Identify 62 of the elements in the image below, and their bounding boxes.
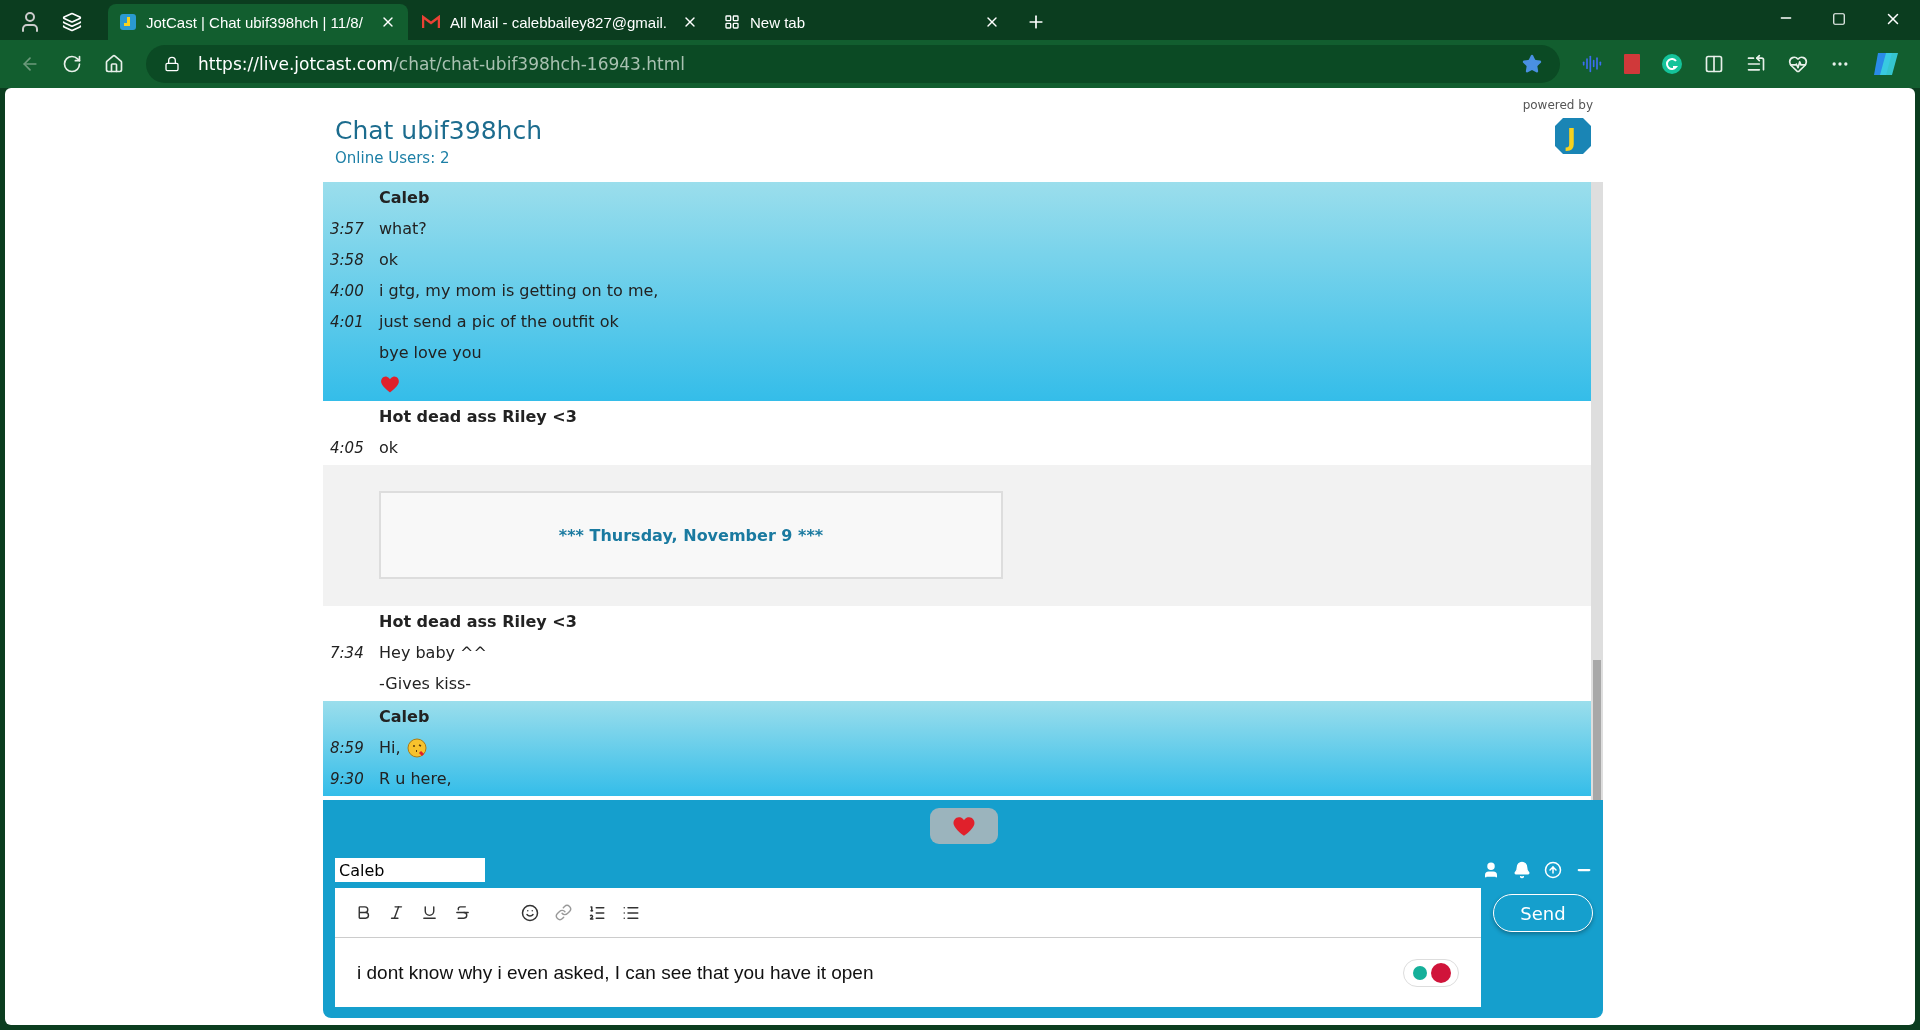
favorite-star-icon[interactable] (1522, 54, 1542, 74)
underline-icon[interactable] (421, 904, 438, 921)
numbered-list-icon[interactable] (588, 903, 606, 922)
browser-tab[interactable]: All Mail - calebbailey827@gmail. (410, 4, 710, 40)
tab-actions-icon[interactable] (62, 12, 82, 32)
home-icon[interactable] (104, 54, 124, 74)
mail-m-icon (422, 15, 440, 29)
message-time: 3:58 (329, 250, 365, 269)
link-icon[interactable] (555, 904, 572, 921)
message-text: bye love you (379, 343, 482, 362)
scrollbar[interactable] (1591, 182, 1603, 800)
name-field[interactable]: Caleb (335, 858, 485, 882)
chat-title: Chat ubif398hch (335, 116, 542, 145)
message-time: 4:01 (329, 312, 365, 331)
strikethrough-icon[interactable] (454, 904, 471, 921)
italic-icon[interactable] (388, 904, 405, 921)
lock-icon (164, 56, 180, 72)
split-screen-icon[interactable] (1704, 54, 1724, 74)
author-name: Caleb (379, 707, 430, 726)
message-time: 4:00 (329, 281, 365, 300)
online-users: Online Users: 2 (335, 149, 451, 167)
logo-letter: J (1567, 124, 1576, 152)
reload-icon[interactable] (62, 54, 82, 74)
assistant-icon (1410, 961, 1452, 984)
tab-title: New tab (750, 13, 807, 31)
upload-icon[interactable] (1544, 861, 1562, 879)
message-time: 3:57 (329, 219, 365, 238)
message-text: -Gives kiss- (379, 674, 472, 693)
message-time: 9:30 (329, 769, 365, 788)
author-name: Hot dead ass Riley <3 (379, 407, 577, 426)
tab-title: All Mail - calebbailey827@gmail. (450, 13, 668, 31)
j-logo-icon (120, 14, 136, 30)
address-bar[interactable]: https://live.jotcast.com/chat/chat-ubif398hch-16943.html (146, 45, 1560, 83)
message-text: ok (379, 438, 399, 457)
message-time: 7:34 (329, 643, 365, 662)
message-text: i gtg, my mom is getting on to me, (379, 281, 659, 300)
browser-tab[interactable]: New tab (712, 4, 1012, 40)
user-icon[interactable] (1482, 861, 1500, 879)
g-circle-icon[interactable] (1662, 54, 1682, 74)
url-text: https://live.jotcast.com/chat/chat-ubif398hch-16943.html (198, 54, 686, 74)
message-text: Hey baby ^^ (379, 643, 487, 662)
message-text: Hi, (379, 737, 427, 758)
message-text: just send a pic of the outfit ok (379, 312, 619, 331)
bell-icon[interactable] (1513, 861, 1531, 879)
message-editor[interactable]: i dont know why i even asked, I can see that you have it open (335, 888, 1481, 1007)
powered-by-text: powered by (1522, 98, 1593, 112)
browser-tab[interactable]: JotCast | Chat ubif398hch | 11/8/ (108, 4, 408, 40)
restore-icon[interactable] (1832, 12, 1846, 26)
message-input-text: i dont know why i even asked, I can see that you have it open (357, 961, 874, 984)
author-name: Caleb (379, 188, 430, 207)
message-text: ok (379, 250, 399, 269)
message-text: R u here, (379, 769, 452, 788)
message-time: 4:05 (329, 438, 365, 457)
favorites-icon[interactable] (1746, 54, 1766, 74)
message-time: 8:59 (329, 738, 365, 757)
new-tab-icon (724, 14, 740, 30)
copilot-icon[interactable] (1872, 51, 1900, 77)
message-text: what? (379, 219, 427, 238)
heart-pulse-icon[interactable] (1788, 54, 1808, 74)
author-name: Hot dead ass Riley <3 (379, 612, 577, 631)
tab-title: JotCast | Chat ubif398hch | 11/8/ (146, 13, 364, 31)
smiley-icon[interactable] (521, 903, 539, 922)
